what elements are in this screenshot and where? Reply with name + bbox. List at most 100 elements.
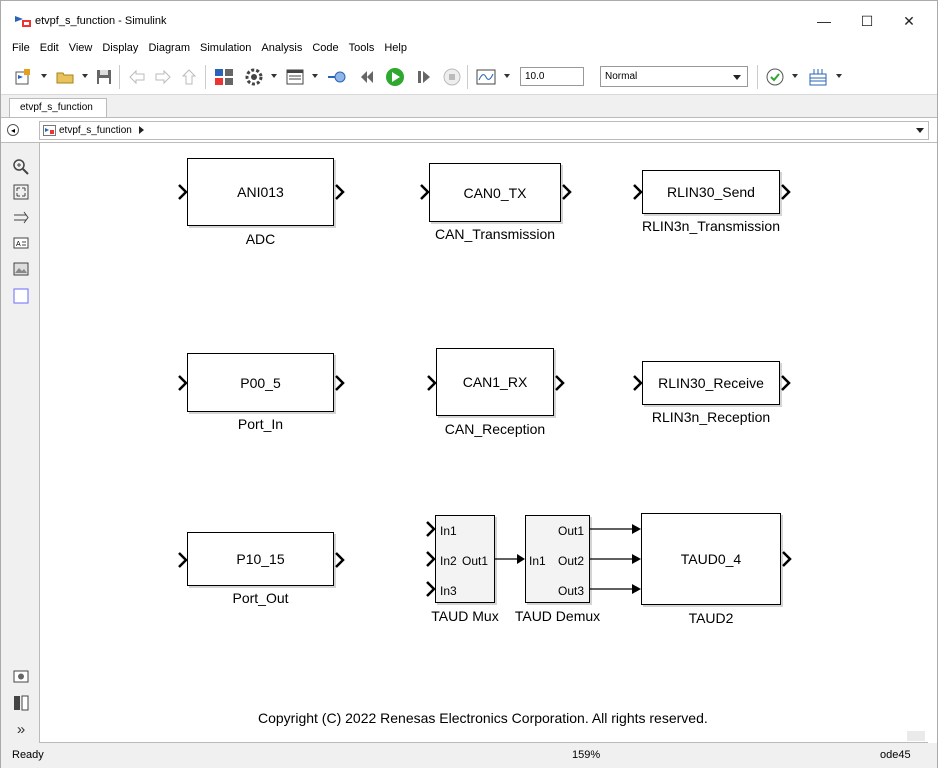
copyright-annotation[interactable]: Copyright (C) 2022 Renesas Electronics C…: [258, 710, 708, 726]
block-can-tx[interactable]: CAN0_TX: [429, 163, 561, 222]
new-model-dropdown-icon[interactable]: [41, 74, 47, 78]
scroll-corner: [907, 731, 925, 741]
hide-explorer-icon[interactable]: ◂: [7, 124, 19, 136]
run-icon[interactable]: [385, 67, 405, 87]
model-browser-icon[interactable]: [12, 694, 30, 712]
save-icon[interactable]: [94, 67, 114, 87]
chevron-right-icon[interactable]: [139, 126, 144, 134]
build-dropdown-icon[interactable]: [836, 74, 842, 78]
menu-simulation[interactable]: Simulation: [195, 38, 256, 58]
close-button[interactable]: ✕: [894, 9, 924, 33]
new-model-icon[interactable]: [13, 67, 33, 87]
signal-line-out3[interactable]: [590, 582, 642, 596]
forward-icon[interactable]: [153, 67, 173, 87]
open-dropdown-icon[interactable]: [82, 74, 88, 78]
block-taud2-content: TAUD0_4: [680, 551, 742, 567]
block-adc[interactable]: ANI013: [187, 158, 334, 226]
model-tab-strip: etvpf_s_function: [1, 95, 937, 117]
simulation-mode-select[interactable]: Normal: [600, 66, 748, 87]
diagram-canvas[interactable]: ANI013 ADC CAN0_TX CAN_Transmission RLIN…: [40, 143, 928, 743]
chevron-down-icon[interactable]: [916, 128, 924, 133]
maximize-button[interactable]: ☐: [852, 9, 882, 33]
menu-edit[interactable]: Edit: [35, 38, 64, 58]
block-can-rx[interactable]: CAN1_RX: [436, 348, 554, 416]
menu-view[interactable]: View: [64, 38, 98, 58]
block-taud-mux[interactable]: In1 In2 In3 Out1: [435, 515, 495, 603]
fit-to-view-icon[interactable]: [12, 183, 30, 201]
status-bar: Ready 159% ode45: [1, 743, 937, 768]
block-taud-demux-name[interactable]: TAUD Demux: [510, 608, 605, 624]
block-rlin-send-name[interactable]: RLIN3n_Transmission: [621, 218, 801, 234]
scope-icon[interactable]: [475, 67, 497, 87]
menu-diagram[interactable]: Diagram: [143, 38, 195, 58]
output-port-chevron-icon: [781, 375, 791, 391]
block-port-out-name[interactable]: Port_Out: [187, 590, 334, 606]
vertical-scrollbar[interactable]: [928, 143, 937, 743]
solver-name[interactable]: ode45: [880, 749, 911, 761]
demux-out3-label: Out3: [558, 584, 585, 598]
mux-in2-label: In2: [440, 554, 457, 568]
block-port-out[interactable]: P10_15: [187, 532, 334, 586]
chevron-down-icon: [733, 75, 741, 80]
mux-in1-label: In1: [440, 524, 457, 538]
up-icon[interactable]: [179, 67, 199, 87]
signal-log-icon[interactable]: [326, 67, 348, 87]
simulation-mode-value: Normal: [605, 71, 638, 82]
signal-line-out1[interactable]: [590, 522, 642, 536]
block-port-in[interactable]: P00_5: [187, 353, 334, 412]
menu-help[interactable]: Help: [379, 38, 412, 58]
library-browser-icon[interactable]: [213, 67, 235, 87]
block-port-in-name[interactable]: Port_In: [187, 416, 334, 432]
signal-arrow-icon[interactable]: [12, 209, 30, 227]
open-folder-icon[interactable]: [55, 67, 75, 87]
build-icon[interactable]: [807, 67, 829, 87]
menu-tools[interactable]: Tools: [344, 38, 380, 58]
step-forward-icon[interactable]: [414, 67, 434, 87]
step-back-icon[interactable]: [357, 67, 377, 87]
block-rlin-send[interactable]: RLIN30_Send: [642, 170, 780, 214]
stop-icon[interactable]: [442, 67, 462, 87]
zoom-icon[interactable]: [12, 158, 30, 176]
menu-file[interactable]: File: [7, 38, 35, 58]
annotation-icon[interactable]: A: [12, 234, 30, 252]
menu-bar: File Edit View Display Diagram Simulatio…: [1, 37, 937, 59]
tab-etvpf-s-function[interactable]: etvpf_s_function: [9, 98, 107, 117]
block-can-rx-content: CAN1_RX: [462, 374, 528, 390]
signal-line-out2[interactable]: [590, 552, 642, 566]
output-port-chevron-icon: [782, 551, 792, 567]
minimize-button[interactable]: —: [809, 9, 839, 33]
block-rlin-recv-name[interactable]: RLIN3n_Reception: [621, 409, 801, 425]
advisor-dropdown-icon[interactable]: [792, 74, 798, 78]
area-icon[interactable]: [12, 287, 30, 305]
simulink-window: etvpf_s_function - Simulink — ☐ ✕ File E…: [0, 0, 938, 768]
menu-analysis[interactable]: Analysis: [256, 38, 307, 58]
model-explorer-icon[interactable]: [285, 67, 305, 87]
block-taud-demux[interactable]: In1 Out1 Out2 Out3: [525, 515, 590, 603]
image-icon[interactable]: [12, 260, 30, 278]
stop-time-input[interactable]: 10.0: [520, 67, 584, 86]
toolbar-separator: [205, 65, 206, 89]
back-icon[interactable]: [127, 67, 147, 87]
block-can-tx-name[interactable]: CAN_Transmission: [415, 226, 575, 242]
breadcrumb-model[interactable]: etvpf_s_function: [59, 125, 132, 136]
explorer-bar: ◂ etvpf_s_function: [1, 117, 937, 143]
scope-dropdown-icon[interactable]: [504, 74, 510, 78]
settings-dropdown-icon[interactable]: [271, 74, 277, 78]
output-port-chevron-icon: [781, 184, 791, 200]
block-rlin-recv[interactable]: RLIN30_Receive: [642, 361, 780, 405]
model-advisor-icon[interactable]: [765, 67, 785, 87]
title-bar: etvpf_s_function - Simulink — ☐ ✕: [1, 1, 937, 37]
expand-icon[interactable]: »: [12, 720, 30, 738]
explorer-dropdown-icon[interactable]: [312, 74, 318, 78]
screenshot-icon[interactable]: [12, 667, 30, 685]
model-settings-icon[interactable]: [244, 67, 264, 87]
breadcrumb[interactable]: etvpf_s_function: [39, 121, 929, 140]
block-taud2-name[interactable]: TAUD2: [641, 610, 781, 626]
menu-code[interactable]: Code: [307, 38, 343, 58]
block-adc-name[interactable]: ADC: [187, 231, 334, 247]
block-taud-mux-name[interactable]: TAUD Mux: [425, 608, 505, 624]
block-taud2[interactable]: TAUD0_4: [641, 513, 781, 605]
block-can-rx-name[interactable]: CAN_Reception: [415, 421, 575, 437]
signal-line-mux-demux[interactable]: [495, 552, 526, 566]
menu-display[interactable]: Display: [97, 38, 143, 58]
